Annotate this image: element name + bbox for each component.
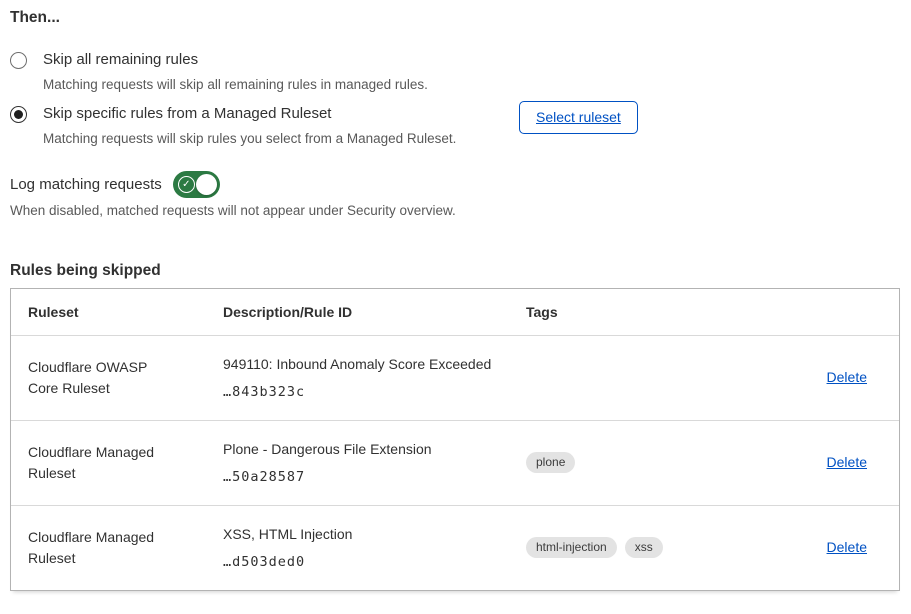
radio-skip-all-rules[interactable] <box>10 52 27 69</box>
column-header-description: Description/Rule ID <box>223 289 526 335</box>
action-cell: Delete <box>756 335 899 420</box>
column-header-actions <box>756 289 899 335</box>
option-description: Matching requests will skip all remainin… <box>43 76 428 93</box>
rule-description: Plone - Dangerous File Extension <box>223 441 526 458</box>
waf-then-section: Then... Skip all remaining rules Matchin… <box>0 0 911 614</box>
option-skip-specific-rules: Skip specific rules from a Managed Rules… <box>10 104 456 147</box>
tags-cell: plone <box>526 420 756 505</box>
ruleset-cell: Cloudflare OWASP Core Ruleset <box>11 335 223 420</box>
rule-id: …50a28587 <box>223 469 526 485</box>
rule-id: …d503ded0 <box>223 554 526 570</box>
ruleset-cell: Cloudflare Managed Ruleset <box>11 505 223 590</box>
column-header-ruleset: Ruleset <box>11 289 223 335</box>
description-cell: 949110: Inbound Anomaly Score Exceeded …8… <box>223 335 526 420</box>
delete-link[interactable]: Delete <box>827 539 867 555</box>
option-text: Skip specific rules from a Managed Rules… <box>43 104 456 147</box>
rules-table: Ruleset Description/Rule ID Tags Cloudfl… <box>10 288 900 591</box>
tags-cell: html-injection xss <box>526 505 756 590</box>
rule-description: 949110: Inbound Anomaly Score Exceeded <box>223 356 526 373</box>
rules-table-body: Cloudflare OWASP Core Ruleset949110: Inb… <box>11 335 899 590</box>
option-label[interactable]: Skip specific rules from a Managed Rules… <box>43 104 456 123</box>
table-row: Cloudflare Managed RulesetPlone - Danger… <box>11 420 899 505</box>
delete-link[interactable]: Delete <box>827 454 867 470</box>
select-ruleset-button[interactable]: Select ruleset <box>519 101 638 134</box>
toggle-knob <box>196 174 217 195</box>
rule-id: …843b323c <box>223 384 526 400</box>
tag-pill: html-injection <box>526 537 617 558</box>
log-toggle-label: Log matching requests <box>10 176 162 193</box>
check-icon: ✓ <box>178 176 195 193</box>
radio-skip-specific-rules[interactable] <box>10 106 27 123</box>
delete-link[interactable]: Delete <box>827 369 867 385</box>
then-heading: Then... <box>10 9 60 27</box>
rule-description: XSS, HTML Injection <box>223 526 526 543</box>
rules-table-title: Rules being skipped <box>10 262 161 280</box>
description-cell: XSS, HTML Injection …d503ded0 <box>223 505 526 590</box>
action-cell: Delete <box>756 420 899 505</box>
option-label[interactable]: Skip all remaining rules <box>43 50 428 69</box>
action-cell: Delete <box>756 505 899 590</box>
log-matching-requests-row: Log matching requests ✓ <box>10 171 220 198</box>
ruleset-cell: Cloudflare Managed Ruleset <box>11 420 223 505</box>
option-skip-all-rules: Skip all remaining rules Matching reques… <box>10 50 428 93</box>
option-text: Skip all remaining rules Matching reques… <box>43 50 428 93</box>
tag-pill: xss <box>625 537 663 558</box>
option-description: Matching requests will skip rules you se… <box>43 130 456 147</box>
log-toggle[interactable]: ✓ <box>173 171 220 198</box>
table-header-row: Ruleset Description/Rule ID Tags <box>11 289 899 335</box>
table-row: Cloudflare Managed RulesetXSS, HTML Inje… <box>11 505 899 590</box>
log-toggle-description: When disabled, matched requests will not… <box>10 203 456 218</box>
table-row: Cloudflare OWASP Core Ruleset949110: Inb… <box>11 335 899 420</box>
column-header-tags: Tags <box>526 289 756 335</box>
tag-pill: plone <box>526 452 575 473</box>
tags-cell <box>526 335 756 420</box>
description-cell: Plone - Dangerous File Extension …50a2858… <box>223 420 526 505</box>
